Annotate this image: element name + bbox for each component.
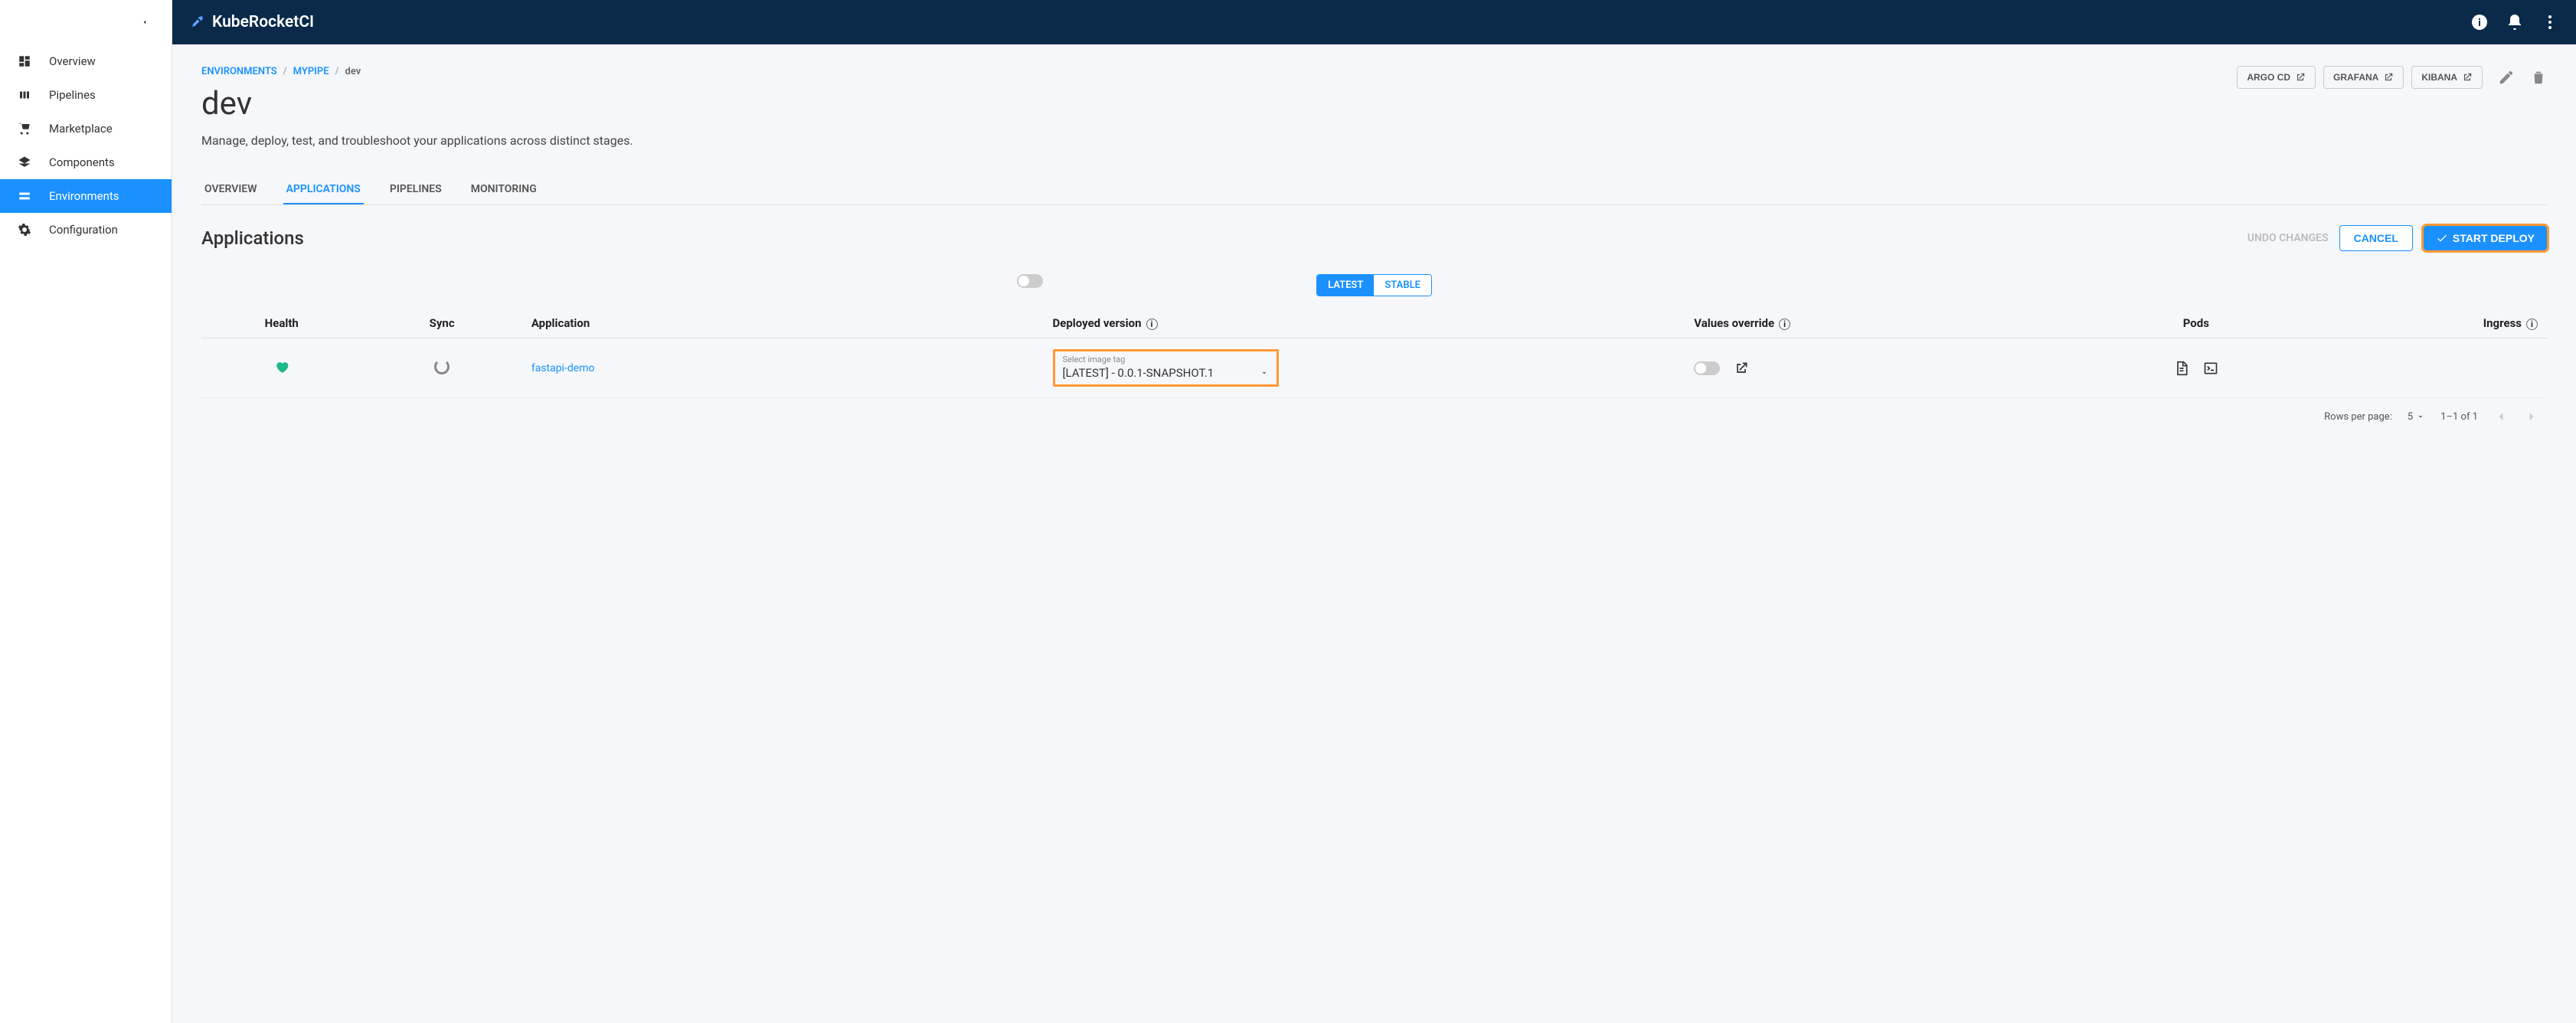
breadcrumb-pipe[interactable]: MYPIPE — [293, 66, 329, 77]
table-row: fastapi-demo Select image tag [LATEST] -… — [201, 338, 2547, 398]
th-sync: Sync — [361, 309, 521, 338]
page-subtitle: Manage, deploy, test, and troubleshoot y… — [201, 133, 2547, 148]
info-icon[interactable]: i — [2526, 319, 2538, 330]
th-values: Values overridei — [1685, 309, 2065, 338]
delete-icon[interactable] — [2530, 69, 2547, 86]
tab-pipelines[interactable]: PIPELINES — [387, 175, 445, 204]
th-application: Application — [522, 309, 1044, 338]
brand-text: KubeRocketCI — [212, 13, 314, 31]
dashboard-icon — [17, 54, 32, 68]
applications-table: Health Sync Application Deployed version… — [201, 309, 2547, 398]
brand: KubeRocketCI — [189, 13, 314, 31]
pill-stable[interactable]: STABLE — [1374, 275, 1431, 296]
check-icon — [2436, 232, 2448, 244]
breadcrumb-environments[interactable]: ENVIRONMENTS — [201, 66, 277, 77]
sidebar-item-overview[interactable]: Overview — [0, 44, 172, 78]
sidebar-item-environments[interactable]: Environments — [0, 179, 172, 213]
th-health: Health — [201, 309, 361, 338]
heart-icon — [274, 359, 289, 374]
chevron-left-icon — [141, 16, 149, 28]
sync-spinner-icon — [434, 359, 449, 374]
values-override-header-toggle[interactable] — [1017, 274, 1043, 288]
rocket-icon — [189, 15, 204, 30]
th-deployed: Deployed versioni — [1044, 309, 1685, 338]
application-link[interactable]: fastapi-demo — [531, 362, 595, 374]
more-vert-icon[interactable] — [2541, 13, 2559, 31]
sidebar-item-label: Configuration — [49, 223, 118, 237]
info-icon[interactable]: i — [1146, 319, 1158, 330]
prev-page-button[interactable] — [2493, 409, 2509, 424]
select-value: [LATEST] - 0.0.1-SNAPSHOT.1 — [1063, 366, 1214, 380]
external-link-icon — [2462, 72, 2473, 83]
section-title: Applications — [201, 227, 304, 249]
pipelines-icon — [17, 88, 32, 102]
tab-overview[interactable]: OVERVIEW — [201, 175, 260, 204]
next-page-button[interactable] — [2524, 409, 2539, 424]
document-icon[interactable] — [2174, 361, 2189, 376]
pagination: Rows per page: 5 1–1 of 1 — [201, 398, 2547, 435]
pill-latest[interactable]: LATEST — [1317, 275, 1374, 296]
bell-icon[interactable] — [2506, 13, 2524, 31]
start-deploy-button[interactable]: START DEPLOY — [2424, 226, 2547, 250]
tab-monitoring[interactable]: MONITORING — [468, 175, 540, 204]
content: ENVIRONMENTS / MYPIPE / dev dev ARGO CD … — [172, 44, 2576, 456]
sidebar-item-marketplace[interactable]: Marketplace — [0, 112, 172, 145]
sidebar-item-label: Pipelines — [49, 88, 96, 102]
image-tag-select[interactable]: Select image tag [LATEST] - 0.0.1-SNAPSH… — [1053, 349, 1279, 387]
select-label: Select image tag — [1063, 355, 1269, 364]
sidebar-item-label: Marketplace — [49, 122, 113, 136]
breadcrumb: ENVIRONMENTS / MYPIPE / dev — [201, 66, 361, 77]
topbar: KubeRocketCI — [172, 0, 2576, 44]
undo-changes-button: UNDO CHANGES — [2247, 232, 2329, 244]
layers-icon — [17, 155, 32, 169]
tab-applications[interactable]: APPLICATIONS — [283, 175, 364, 204]
pagination-range: 1–1 of 1 — [2440, 411, 2478, 423]
sidebar: Overview Pipelines Marketplace Component… — [0, 0, 172, 1023]
breadcrumb-stage: dev — [345, 66, 361, 77]
th-pods: Pods — [2066, 309, 2326, 338]
chevron-down-icon — [1260, 368, 1269, 377]
external-link-icon — [2383, 72, 2394, 83]
environments-icon — [17, 189, 32, 203]
tabs: OVERVIEW APPLICATIONS PIPELINES MONITORI… — [201, 175, 2547, 205]
info-icon[interactable]: i — [1779, 319, 1790, 330]
page-title: dev — [201, 85, 361, 123]
grafana-link[interactable]: GRAFANA — [2323, 66, 2404, 89]
values-override-toggle[interactable] — [1694, 361, 1720, 375]
version-filter-group: LATEST STABLE — [1316, 274, 1432, 296]
rows-per-page-select[interactable]: 5 — [2408, 411, 2425, 423]
sidebar-item-pipelines[interactable]: Pipelines — [0, 78, 172, 112]
sidebar-item-label: Overview — [49, 54, 96, 68]
info-icon[interactable] — [2470, 13, 2489, 31]
cart-icon — [17, 122, 32, 136]
terminal-icon[interactable] — [2203, 361, 2218, 376]
sidebar-item-label: Environments — [49, 189, 119, 203]
kibana-link[interactable]: KIBANA — [2411, 66, 2483, 89]
sidebar-item-components[interactable]: Components — [0, 145, 172, 179]
argo-cd-link[interactable]: ARGO CD — [2237, 66, 2316, 89]
external-link-icon — [2295, 72, 2306, 83]
sidebar-item-configuration[interactable]: Configuration — [0, 213, 172, 247]
chevron-down-icon — [2416, 412, 2425, 421]
gear-icon — [17, 223, 32, 237]
edit-icon[interactable] — [2498, 69, 2515, 86]
sidebar-collapse-button[interactable] — [0, 0, 172, 44]
rows-per-page-label: Rows per page: — [2324, 411, 2392, 423]
external-link-icon[interactable] — [1734, 361, 1749, 376]
sidebar-item-label: Components — [49, 155, 115, 169]
th-ingress: Ingressi — [2326, 309, 2547, 338]
cancel-button[interactable]: CANCEL — [2339, 225, 2413, 251]
